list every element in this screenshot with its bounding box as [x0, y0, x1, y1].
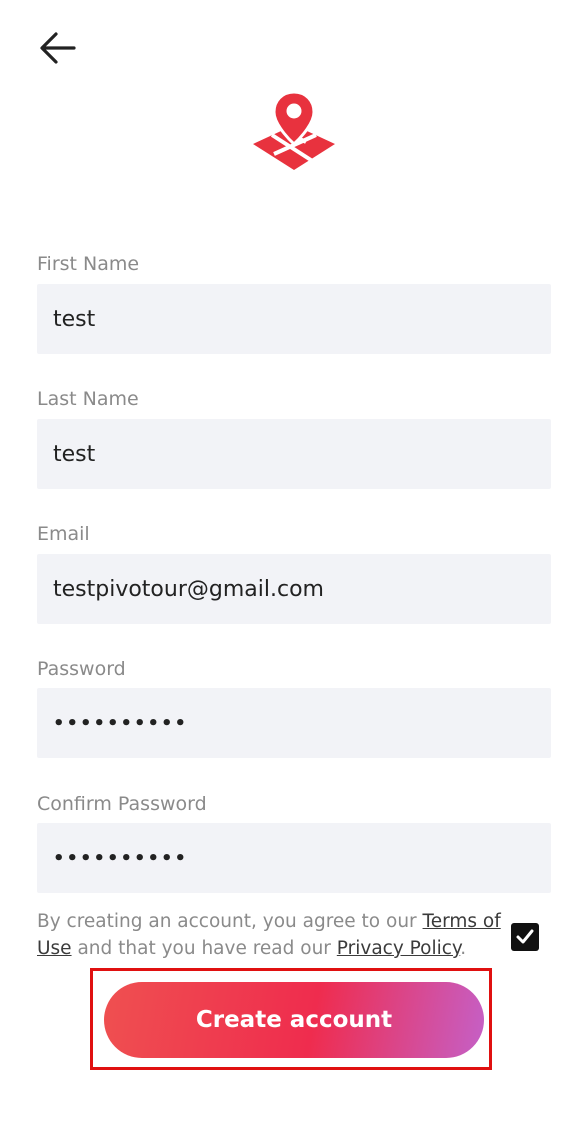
terms-text: By creating an account, you agree to our…: [37, 908, 507, 962]
email-input[interactable]: testpivotour@gmail.com: [37, 554, 551, 624]
first-name-input[interactable]: test: [37, 284, 551, 354]
terms-prefix: By creating an account, you agree to our: [37, 911, 423, 932]
confirm-password-input[interactable]: ••••••••••: [37, 823, 551, 893]
first-name-label: First Name: [37, 253, 140, 275]
privacy-policy-link[interactable]: Privacy Policy: [337, 938, 460, 959]
confirm-password-label: Confirm Password: [37, 793, 207, 815]
email-label: Email: [37, 523, 90, 545]
terms-suffix: .: [460, 938, 467, 959]
checkmark-icon: [516, 929, 534, 944]
last-name-label: Last Name: [37, 388, 139, 410]
arrow-left-icon: [40, 32, 76, 64]
last-name-input[interactable]: test: [37, 419, 551, 489]
app-logo: [250, 88, 338, 176]
password-input[interactable]: ••••••••••: [37, 688, 551, 758]
terms-checkbox[interactable]: [511, 923, 539, 951]
password-label: Password: [37, 658, 126, 680]
terms-middle: and that you have read our: [71, 938, 337, 959]
create-account-button[interactable]: Create account: [104, 982, 484, 1058]
map-pin-logo: [253, 90, 335, 170]
back-button[interactable]: [36, 28, 84, 68]
